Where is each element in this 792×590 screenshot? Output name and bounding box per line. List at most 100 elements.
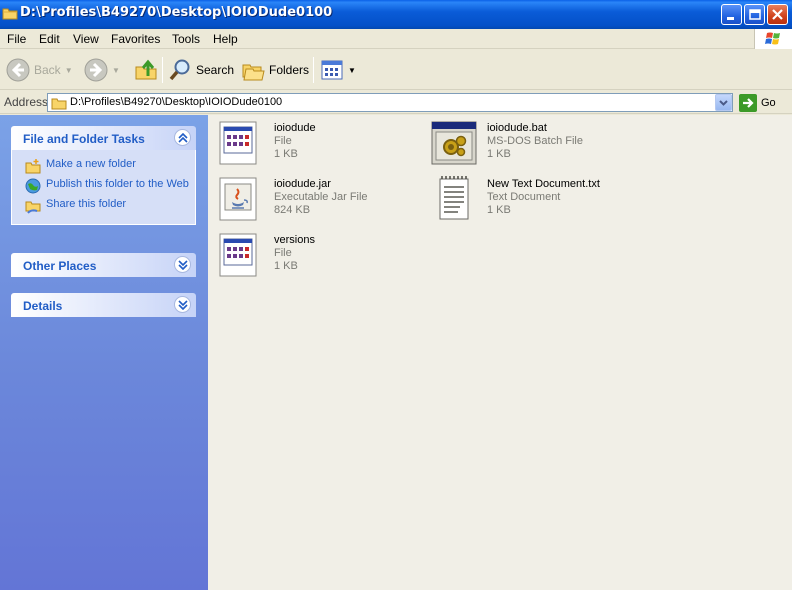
file-type: Executable Jar File bbox=[274, 191, 368, 203]
generic-file-icon bbox=[219, 233, 257, 277]
file-name: versions bbox=[274, 234, 315, 246]
menu-tools[interactable]: Tools bbox=[172, 32, 200, 46]
file-size: 1 KB bbox=[487, 204, 511, 216]
file-type: File bbox=[274, 247, 292, 259]
file-size: 1 KB bbox=[274, 260, 298, 272]
menu-help[interactable]: Help bbox=[213, 32, 238, 46]
folders-label: Folders bbox=[269, 63, 310, 77]
file-item[interactable]: ioiodude File 1 KB bbox=[217, 119, 437, 171]
views-dropdown-icon[interactable]: ▼ bbox=[348, 66, 356, 75]
task-share-folder[interactable]: Share this folder bbox=[12, 198, 195, 214]
search-label: Search bbox=[196, 63, 235, 77]
publish-web-icon bbox=[25, 178, 41, 194]
panel-title: File and Folder Tasks bbox=[23, 132, 145, 146]
up-folder-icon bbox=[135, 59, 157, 80]
file-list: ioiodude File 1 KB ioiodude.bat MS-DOS B… bbox=[208, 115, 792, 590]
folders-button[interactable]: Folders bbox=[241, 55, 309, 85]
go-label: Go bbox=[761, 96, 776, 109]
details-panel: Details bbox=[11, 293, 196, 317]
file-item[interactable]: New Text Document.txt Text Document 1 KB bbox=[430, 175, 650, 227]
expand-button[interactable] bbox=[174, 256, 191, 273]
window-title: D:\Profiles\B49270\Desktop\IOIODude0100 bbox=[20, 5, 333, 20]
minimize-button[interactable] bbox=[721, 4, 742, 25]
forward-arrow-icon bbox=[84, 58, 108, 82]
menu-view[interactable]: View bbox=[73, 32, 99, 46]
new-folder-icon bbox=[25, 159, 41, 174]
file-item[interactable]: versions File 1 KB bbox=[217, 231, 437, 283]
task-label: Make a new folder bbox=[46, 158, 136, 170]
jar-file-icon bbox=[219, 177, 257, 221]
chevron-up-icon bbox=[178, 133, 188, 143]
search-icon bbox=[169, 59, 190, 81]
address-value: D:\Profiles\B49270\Desktop\IOIODude0100 bbox=[70, 96, 283, 108]
chevron-down-icon bbox=[178, 260, 188, 270]
go-button[interactable]: Go bbox=[739, 93, 776, 112]
task-label: Share this folder bbox=[46, 198, 127, 210]
file-and-folder-tasks-header[interactable]: File and Folder Tasks bbox=[11, 126, 196, 150]
back-label: Back bbox=[34, 63, 61, 77]
search-button[interactable]: Search bbox=[168, 55, 234, 85]
close-button[interactable] bbox=[767, 4, 788, 25]
views-icon bbox=[321, 60, 343, 80]
file-name: ioiodude.jar bbox=[274, 178, 331, 190]
back-arrow-icon bbox=[6, 58, 30, 82]
panel-title: Other Places bbox=[23, 259, 97, 273]
task-pane: File and Folder Tasks Make a new folder … bbox=[0, 115, 208, 590]
file-name: ioiodude.bat bbox=[487, 122, 547, 134]
task-make-new-folder[interactable]: Make a new folder bbox=[12, 158, 195, 174]
folder-icon bbox=[51, 98, 67, 110]
other-places-panel: Other Places bbox=[11, 253, 196, 277]
address-dropdown-button[interactable] bbox=[715, 94, 732, 111]
back-dropdown-icon[interactable]: ▼ bbox=[65, 66, 73, 75]
minimize-icon bbox=[727, 17, 734, 20]
menu-edit[interactable]: Edit bbox=[39, 32, 60, 46]
forward-dropdown-icon[interactable]: ▼ bbox=[112, 66, 120, 75]
title-bar[interactable]: D:\Profiles\B49270\Desktop\IOIODude0100 bbox=[0, 0, 792, 29]
expand-button[interactable] bbox=[174, 296, 191, 313]
task-label: Publish this folder to the Web bbox=[46, 178, 189, 190]
file-and-folder-tasks-body: Make a new folder Publish this folder to… bbox=[11, 150, 196, 225]
toolbar-separator bbox=[162, 57, 163, 83]
file-size: 1 KB bbox=[274, 148, 298, 160]
address-input[interactable]: D:\Profiles\B49270\Desktop\IOIODude0100 bbox=[47, 93, 733, 112]
file-size: 824 KB bbox=[274, 204, 311, 216]
text-document-icon bbox=[439, 176, 469, 220]
close-icon bbox=[772, 9, 783, 20]
panel-title: Details bbox=[23, 299, 63, 313]
share-folder-icon bbox=[25, 201, 41, 214]
forward-button[interactable]: ▼ bbox=[84, 55, 120, 85]
file-name: New Text Document.txt bbox=[487, 178, 600, 190]
toolbar-separator bbox=[313, 57, 314, 83]
task-publish-web[interactable]: Publish this folder to the Web bbox=[12, 178, 195, 194]
maximize-icon bbox=[749, 9, 761, 20]
file-item[interactable]: ioiodude.bat MS-DOS Batch File 1 KB bbox=[430, 119, 650, 171]
batch-file-icon bbox=[431, 121, 477, 165]
file-and-folder-tasks-panel: File and Folder Tasks Make a new folder … bbox=[11, 126, 196, 225]
up-folder-button[interactable] bbox=[134, 55, 158, 85]
file-name: ioiodude bbox=[274, 122, 316, 134]
menu-bar: File Edit View Favorites Tools Help bbox=[0, 29, 792, 49]
file-size: 1 KB bbox=[487, 148, 511, 160]
folders-icon bbox=[242, 64, 265, 81]
maximize-button[interactable] bbox=[744, 4, 765, 25]
toolbar: Back ▼ ▼ Search Folders ▼ bbox=[0, 50, 792, 90]
generic-file-icon bbox=[219, 121, 257, 165]
other-places-header[interactable]: Other Places bbox=[11, 253, 196, 277]
chevron-down-icon bbox=[178, 300, 188, 310]
back-button[interactable]: Back ▼ bbox=[6, 55, 73, 85]
file-item[interactable]: ioiodude.jar Executable Jar File 824 KB bbox=[217, 175, 437, 227]
chevron-down-icon bbox=[719, 100, 728, 106]
file-type: MS-DOS Batch File bbox=[487, 135, 583, 147]
address-label: Address bbox=[4, 95, 49, 109]
menu-file[interactable]: File bbox=[7, 32, 26, 46]
collapse-button[interactable] bbox=[174, 129, 191, 146]
views-button[interactable]: ▼ bbox=[320, 55, 356, 85]
address-bar: Address D:\Profiles\B49270\Desktop\IOIOD… bbox=[0, 91, 792, 114]
file-type: Text Document bbox=[487, 191, 561, 203]
file-type: File bbox=[274, 135, 292, 147]
go-arrow-icon bbox=[739, 93, 757, 112]
menu-favorites[interactable]: Favorites bbox=[111, 32, 160, 46]
windows-logo bbox=[754, 29, 792, 49]
details-header[interactable]: Details bbox=[11, 293, 196, 317]
folder-icon bbox=[2, 8, 18, 20]
